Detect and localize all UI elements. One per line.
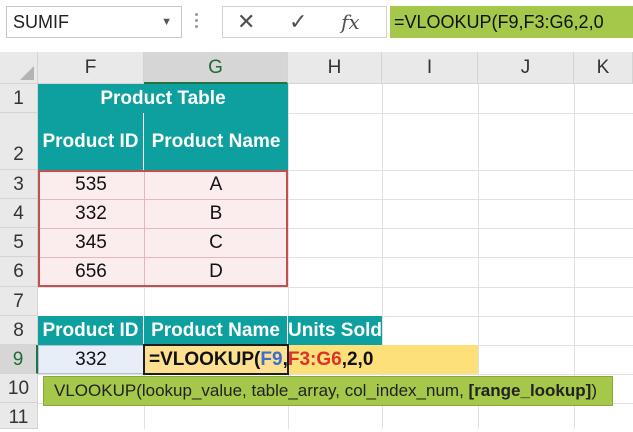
row-header-8[interactable]: 8 xyxy=(0,316,38,345)
formula-input[interactable]: =VLOOKUP(F9,F3:G6,2,0 xyxy=(390,6,633,38)
column-header-g[interactable]: G xyxy=(144,52,288,84)
row-header-1[interactable]: 1 xyxy=(0,84,38,113)
formula-prefix: =VLOOKUP( xyxy=(149,349,261,370)
function-syntax-tooltip[interactable]: VLOOKUP(lookup_value, table_array, col_i… xyxy=(43,376,613,406)
lookup-header-name[interactable]: Product Name xyxy=(144,316,288,345)
product-table-header-id[interactable]: Product ID xyxy=(38,113,144,170)
row-header-3[interactable]: 3 xyxy=(0,170,38,199)
product-id-cell[interactable]: 345 xyxy=(38,228,144,257)
name-box[interactable]: SUMIF ▼ xyxy=(6,6,182,38)
formula-ref-range: F3:G6 xyxy=(287,349,342,370)
product-name-cell[interactable]: C xyxy=(144,228,288,257)
product-name-cell[interactable]: D xyxy=(144,257,288,287)
select-all-button[interactable] xyxy=(0,52,38,84)
row-header-2[interactable]: 2 xyxy=(0,113,38,170)
column-header-h[interactable]: H xyxy=(288,52,382,84)
row-header-10[interactable]: 10 xyxy=(0,374,38,403)
row-header-9[interactable]: 9 xyxy=(0,345,38,374)
product-id-cell[interactable]: 535 xyxy=(38,170,144,199)
formula-suffix: ,2,0 xyxy=(341,349,374,370)
row-header-6[interactable]: 6 xyxy=(0,257,38,287)
lookup-id-cell[interactable]: 332 xyxy=(38,345,144,374)
product-id-cell[interactable]: 332 xyxy=(38,199,144,228)
formula-bar: SUMIF ▼ ✕ ✓ fx =VLOOKUP(F9,F3:G6,2,0 xyxy=(0,0,633,46)
product-table-header-name[interactable]: Product Name xyxy=(144,113,288,170)
formula-ref-f9: F9 xyxy=(260,349,283,370)
column-header-j[interactable]: J xyxy=(478,52,574,84)
column-header-i[interactable]: I xyxy=(382,52,478,84)
row-header-5[interactable]: 5 xyxy=(0,228,38,257)
lookup-header-id[interactable]: Product ID xyxy=(38,316,144,345)
row-header-7[interactable]: 7 xyxy=(0,287,38,316)
insert-function-icon[interactable]: fx xyxy=(341,10,360,34)
cancel-icon[interactable]: ✕ xyxy=(237,9,255,35)
chevron-down-icon[interactable]: ▼ xyxy=(161,7,172,37)
column-header-k[interactable]: K xyxy=(574,52,633,84)
product-table-title[interactable]: Product Table xyxy=(38,84,288,113)
drag-handle-icon[interactable] xyxy=(195,10,199,34)
column-header-f[interactable]: F xyxy=(38,52,144,84)
lookup-header-units[interactable]: Units Sold xyxy=(288,316,382,345)
formula-buttons: ✕ ✓ fx xyxy=(222,6,387,38)
tooltip-optional-arg[interactable]: [range_lookup] xyxy=(469,381,592,400)
name-box-value: SUMIF xyxy=(13,12,69,32)
enter-icon[interactable]: ✓ xyxy=(289,9,307,35)
tooltip-signature: VLOOKUP(lookup_value, table_array, col_i… xyxy=(54,381,469,400)
product-id-cell[interactable]: 656 xyxy=(38,257,144,287)
row-header-11[interactable]: 11 xyxy=(0,403,38,429)
active-cell-formula[interactable]: =VLOOKUP(F9,F3:G6,2,0 xyxy=(143,344,373,375)
row-header-4[interactable]: 4 xyxy=(0,199,38,228)
product-name-cell[interactable]: B xyxy=(144,199,288,228)
tooltip-close: ) xyxy=(591,381,597,400)
product-name-cell[interactable]: A xyxy=(144,170,288,199)
